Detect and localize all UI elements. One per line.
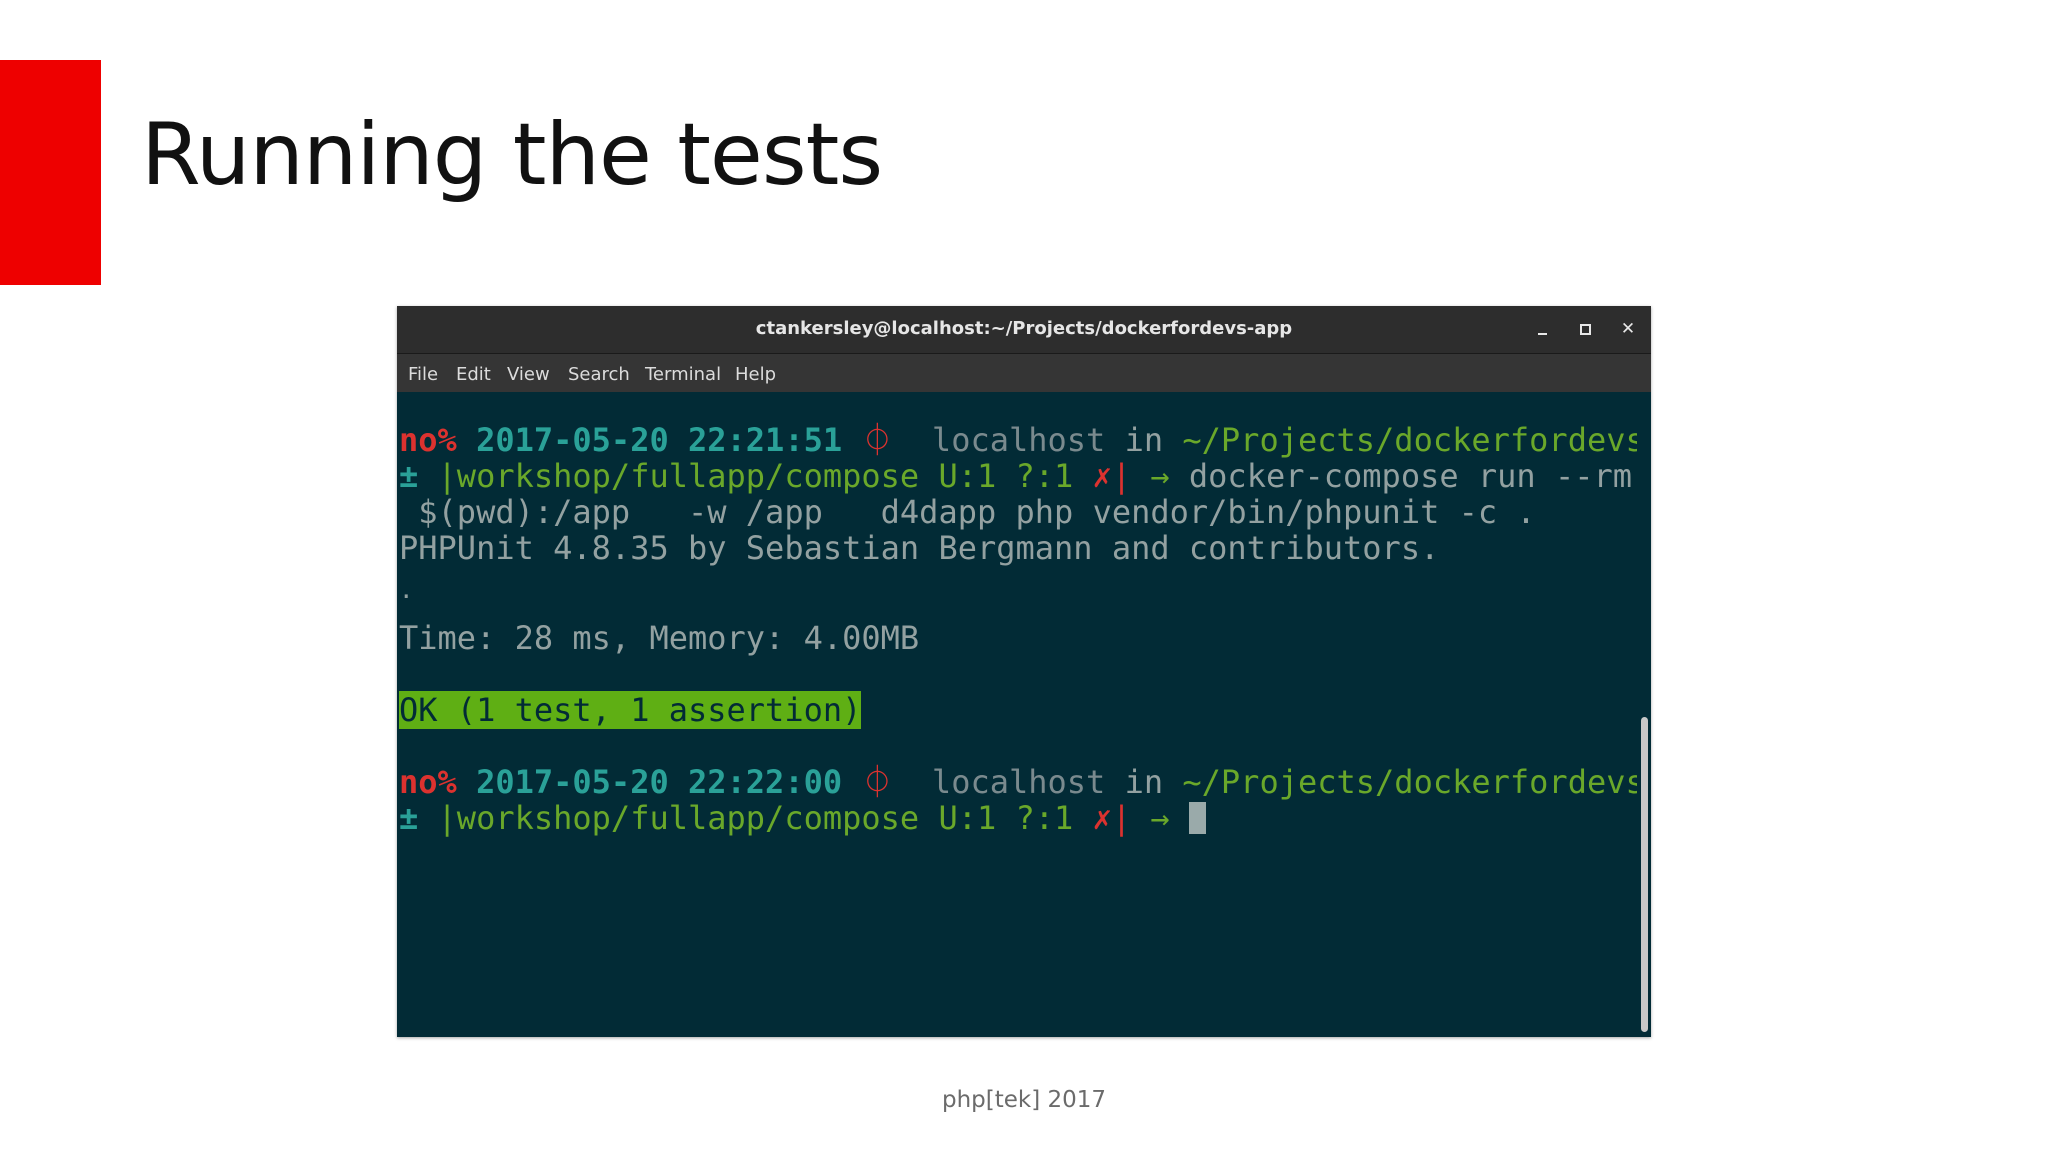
maximize-button[interactable] bbox=[1573, 317, 1597, 341]
clock-icon: ⏀ bbox=[861, 421, 894, 459]
menu-view[interactable]: View bbox=[507, 364, 550, 385]
exit-status: no% bbox=[399, 421, 457, 459]
command-text: docker-compose run --rm -v bbox=[1188, 457, 1632, 495]
menu-help[interactable]: Help bbox=[735, 364, 776, 385]
maximize-icon bbox=[1580, 324, 1591, 335]
accent-bar bbox=[0, 60, 101, 285]
git-status: U:1 ?:1 bbox=[938, 457, 1074, 495]
cross-icon: ✗| bbox=[1092, 799, 1132, 837]
slide-title: Running the tests bbox=[141, 105, 883, 205]
ok-result: OK (1 test, 1 assertion) bbox=[399, 691, 862, 729]
terminal-output[interactable]: no% 2017-05-20 22:21:51 ⏀ localhost in ~… bbox=[397, 392, 1651, 1037]
plusminus-icon: ± bbox=[399, 457, 419, 495]
prompt-line: no% 2017-05-20 22:21:51 ⏀ localhost in ~… bbox=[399, 422, 1651, 458]
window-titlebar[interactable]: ctankersley@localhost:~/Projects/dockerf… bbox=[397, 306, 1651, 354]
ok-line: OK (1 test, 1 assertion) bbox=[399, 691, 862, 729]
close-button[interactable]: ✕ bbox=[1616, 317, 1640, 341]
git-status-2: U:1 ?:1 bbox=[938, 799, 1074, 837]
prompt-in: in bbox=[1124, 421, 1164, 459]
slide: Running the tests ctankersley@localhost:… bbox=[0, 0, 2048, 1152]
git-line: ± |workshop/fullapp/compose U:1 ?:1 ✗| →… bbox=[399, 458, 1651, 494]
plusminus-icon: ± bbox=[399, 799, 419, 837]
menu-search[interactable]: Search bbox=[568, 364, 630, 385]
scrollbar-thumb[interactable] bbox=[1641, 717, 1648, 1032]
prompt-in-2: in bbox=[1124, 763, 1164, 801]
minimize-icon bbox=[1538, 333, 1547, 335]
menu-terminal[interactable]: Terminal bbox=[645, 364, 721, 385]
prompt-host: localhost bbox=[931, 421, 1106, 459]
prompt-path-2: ~/Projects/dockerfordevs-app bbox=[1182, 763, 1651, 801]
command-continuation: $(pwd):/app -w /app d4dapp php vendor/bi… bbox=[399, 493, 1536, 531]
time-line: Time: 28 ms, Memory: 4.00MB bbox=[399, 619, 920, 657]
close-icon: ✕ bbox=[1620, 319, 1636, 339]
prompt-line-2: no% 2017-05-20 22:22:00 ⏀ localhost in ~… bbox=[399, 764, 1651, 800]
scrollbar[interactable] bbox=[1637, 392, 1651, 1037]
exit-status-2: no% bbox=[399, 763, 457, 801]
menu-edit[interactable]: Edit bbox=[456, 364, 491, 385]
git-branch-2: |workshop/fullapp/compose bbox=[437, 799, 920, 837]
terminal-window[interactable]: ctankersley@localhost:~/Projects/dockerf… bbox=[397, 306, 1651, 1037]
window-title: ctankersley@localhost:~/Projects/dockerf… bbox=[755, 318, 1293, 339]
menu-bar: File Edit View Search Terminal Help bbox=[397, 354, 1651, 392]
prompt-path: ~/Projects/dockerfordevs-app bbox=[1182, 421, 1651, 459]
git-branch: |workshop/fullapp/compose bbox=[437, 457, 920, 495]
git-line-2: ± |workshop/fullapp/compose U:1 ?:1 ✗| → bbox=[399, 800, 1206, 836]
slide-footer: php[tek] 2017 bbox=[941, 1087, 1107, 1113]
minimize-button[interactable] bbox=[1530, 317, 1554, 341]
phpunit-header: PHPUnit 4.8.35 by Sebastian Bergmann and… bbox=[399, 529, 1440, 567]
text-cursor[interactable] bbox=[1188, 802, 1206, 834]
clock-icon: ⏀ bbox=[861, 763, 894, 801]
arrow-icon: → bbox=[1150, 799, 1170, 837]
arrow-icon: → bbox=[1150, 457, 1170, 495]
menu-file[interactable]: File bbox=[408, 364, 438, 385]
prompt-datetime-2: 2017-05-20 22:22:00 bbox=[476, 763, 843, 801]
prompt-datetime: 2017-05-20 22:21:51 bbox=[476, 421, 843, 459]
progress-dot: . bbox=[399, 576, 414, 604]
prompt-host-2: localhost bbox=[931, 763, 1106, 801]
cross-icon: ✗| bbox=[1092, 457, 1132, 495]
